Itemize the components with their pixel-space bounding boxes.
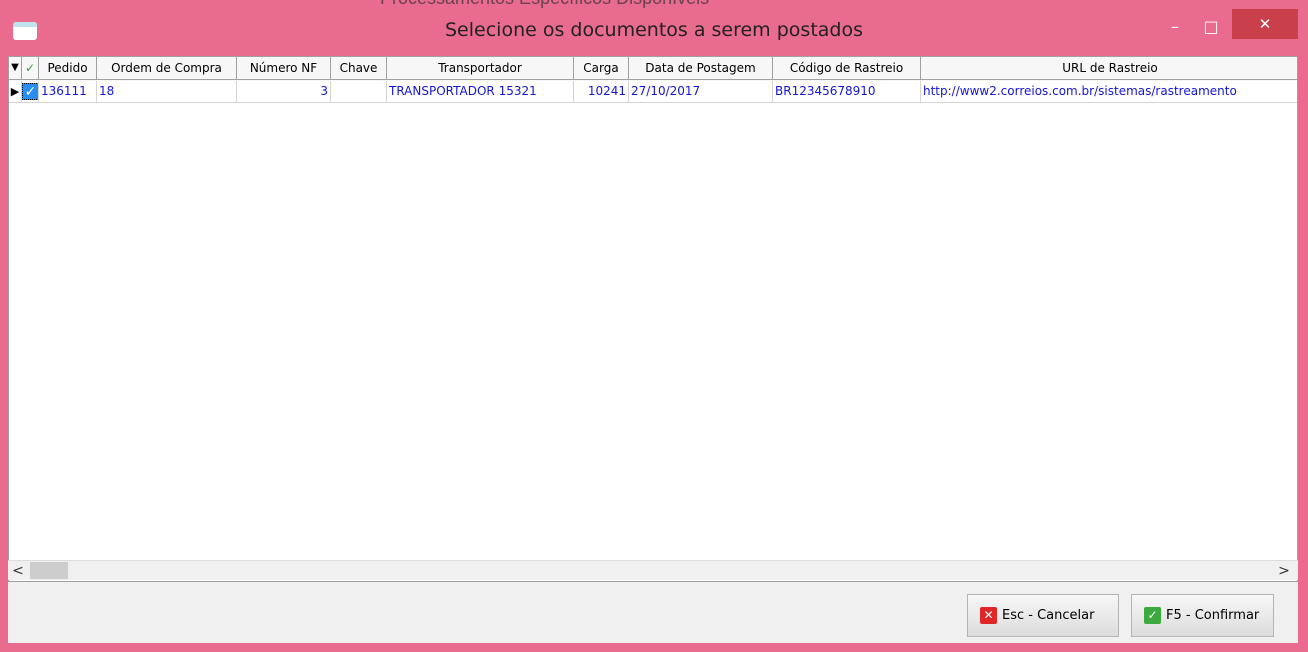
row-checkbox[interactable]: ✓ (22, 81, 39, 103)
cell-data-de-postagem[interactable]: 27/10/2017 (629, 81, 773, 103)
cell-pedido[interactable]: 136111 (39, 81, 97, 103)
cell-transportador[interactable]: TRANSPORTADOR 15321 (387, 81, 574, 103)
column-header-codigo-de-rastreio[interactable]: Código de Rastreio (773, 57, 921, 80)
minimize-button[interactable]: – (1160, 14, 1190, 40)
cancel-button-label: Esc - Cancelar (1002, 608, 1095, 623)
column-header-transportador[interactable]: Transportador (387, 57, 574, 80)
filter-icon[interactable]: ▼ (9, 57, 22, 80)
column-header-data-de-postagem[interactable]: Data de Postagem (629, 57, 773, 80)
cell-ordem-de-compra[interactable]: 18 (97, 81, 237, 103)
cancel-button[interactable]: ✕ Esc - Cancelar (967, 594, 1119, 637)
cell-chave[interactable] (331, 81, 387, 103)
column-header-chave[interactable]: Chave (331, 57, 387, 80)
documents-grid[interactable]: ▼ ✓ Pedido Ordem de Compra Número NF Cha… (8, 56, 1298, 582)
scroll-thumb[interactable] (30, 562, 68, 579)
scroll-left-icon[interactable]: < (8, 561, 28, 581)
column-header-pedido[interactable]: Pedido (39, 57, 97, 80)
grid-header-row: ▼ ✓ Pedido Ordem de Compra Número NF Cha… (9, 57, 1297, 81)
dialog-window: Processamentos Específicos Disponíveis S… (0, 0, 1308, 652)
maximize-button[interactable]: □ (1196, 14, 1226, 40)
confirm-check-icon: ✓ (1144, 607, 1161, 624)
cell-numero-nf[interactable]: 3 (237, 81, 331, 103)
cell-url-de-rastreio[interactable]: http://www2.correios.com.br/sistemas/ras… (921, 81, 1297, 103)
cancel-x-icon: ✕ (980, 607, 997, 624)
checked-icon[interactable]: ✓ (22, 83, 38, 100)
column-header-carga[interactable]: Carga (574, 57, 629, 80)
close-button[interactable]: ✕ (1232, 9, 1298, 39)
confirm-button-label: F5 - Confirmar (1166, 608, 1260, 623)
title-bar[interactable]: Selecione os documentos a serem postados… (0, 0, 1308, 56)
dialog-title: Selecione os documentos a serem postados (445, 19, 863, 41)
column-header-ordem-de-compra[interactable]: Ordem de Compra (97, 57, 237, 80)
select-all-check-icon[interactable]: ✓ (22, 57, 39, 80)
confirm-button[interactable]: ✓ F5 - Confirmar (1131, 594, 1274, 637)
column-header-numero-nf[interactable]: Número NF (237, 57, 331, 80)
cell-carga[interactable]: 10241 (574, 81, 629, 103)
column-header-url-de-rastreio[interactable]: URL de Rastreio (921, 57, 1297, 80)
scroll-right-icon[interactable]: > (1274, 561, 1294, 581)
row-indicator-icon: ▶ (9, 81, 22, 103)
cell-codigo-de-rastreio[interactable]: BR12345678910 (773, 81, 921, 103)
horizontal-scrollbar[interactable]: < > (8, 560, 1298, 580)
